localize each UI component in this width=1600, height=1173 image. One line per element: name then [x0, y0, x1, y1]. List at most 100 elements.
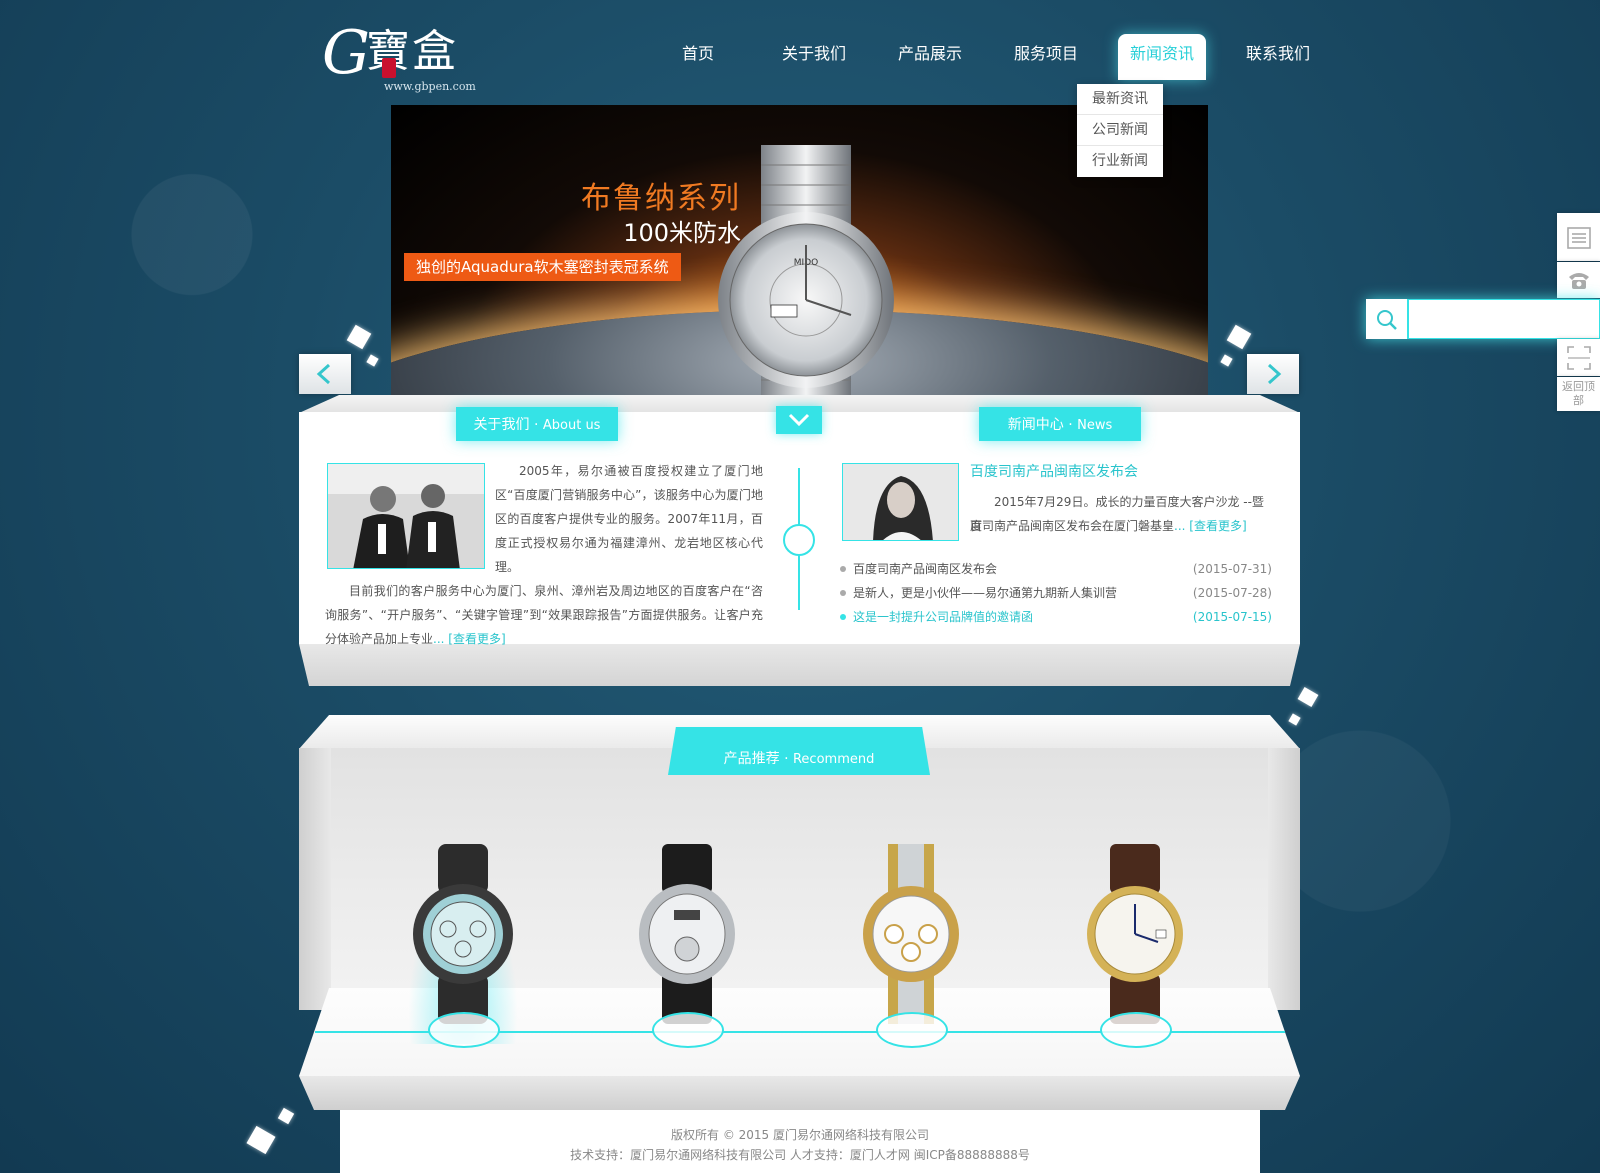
tab-about-us[interactable]: 关于我们 · About us — [456, 407, 618, 441]
chevron-right-icon — [1267, 363, 1282, 385]
nav-item-products[interactable]: 产品展示 — [872, 34, 988, 74]
news-dropdown-menu: 最新资讯 公司新闻 行业新闻 — [1077, 84, 1163, 177]
banner-watch-image: MIDO — [718, 145, 894, 395]
nav-item-news[interactable]: 新闻资讯 — [1104, 34, 1220, 80]
product-pedestal-ring — [1100, 1012, 1172, 1048]
back-to-top-button[interactable]: 返回顶部 — [1557, 377, 1600, 411]
news-headline[interactable]: 百度司南产品闽南区发布会 — [970, 461, 1138, 481]
tab-news-en: News — [1077, 418, 1113, 433]
decor-cube — [366, 354, 379, 367]
watch-image — [639, 844, 735, 1024]
news-item-title-text: 是新人，更是小伙伴——易尔通第九期新人集训营 — [853, 586, 1118, 600]
side-qrcode-button[interactable] — [1557, 339, 1600, 376]
logo-seal-icon — [382, 58, 396, 78]
decor-cube — [1297, 686, 1319, 708]
product-shelf-front — [299, 1076, 1300, 1110]
scroll-down-button[interactable] — [776, 406, 822, 434]
about-ellipsis: ... — [433, 632, 445, 646]
bullet-icon — [840, 613, 846, 620]
list-item[interactable]: 百度司南产品闽南区发布会 (2015-07-31) — [840, 557, 1272, 581]
side-search — [1366, 299, 1600, 339]
side-message-button[interactable] — [1557, 213, 1600, 261]
news-list: 百度司南产品闽南区发布会 (2015-07-31) 是新人，更是小伙伴——易尔通… — [840, 557, 1272, 629]
chevron-down-icon — [788, 413, 810, 427]
news-more-link[interactable]: [查看更多] — [1189, 519, 1246, 533]
footer-support: 技术支持：厦门易尔通网络科技有限公司 人才支持：厦门人才网 闽ICP备88888… — [570, 1148, 1030, 1162]
product-pedestal-ring — [876, 1012, 948, 1048]
news-item-title: 百度司南产品闽南区发布会 — [840, 557, 997, 581]
watch-image — [413, 844, 513, 1024]
divider-circle — [783, 524, 815, 556]
tab-product-recommend[interactable]: 产品推荐 · Recommend — [668, 727, 930, 775]
decor-cube — [246, 1125, 276, 1155]
qrcode-scan-icon — [1566, 346, 1591, 370]
side-phone-button[interactable] — [1557, 262, 1600, 298]
bullet-icon — [840, 565, 846, 572]
about-description: 2005年，易尔通被百度授权建立了厦门地区“百度厦门营销服务中心”，该服务中心为… — [325, 459, 763, 651]
watch-image — [1087, 844, 1183, 1024]
product-card-1[interactable] — [388, 844, 538, 1054]
about-paragraph-2-text: 目前我们的客户服务中心为厦门、泉州、漳州岩及周边地区的百度客户在“咨询服务”、“… — [325, 584, 763, 646]
banner-tagline: 独创的Aquadura软木塞密封表冠系统 — [404, 253, 681, 281]
tab-about-cn: 关于我们 · — [473, 417, 543, 433]
list-item[interactable]: 是新人，更是小伙伴——易尔通第九期新人集训营 (2015-07-28) — [840, 581, 1272, 605]
nav-item-contact[interactable]: 联系我们 — [1220, 34, 1336, 74]
decor-cube — [277, 1107, 295, 1125]
main-nav: 首页 关于我们 产品展示 服务项目 新闻资讯 联系我们 — [640, 34, 1336, 80]
news-photo[interactable] — [842, 463, 959, 541]
search-button[interactable] — [1366, 299, 1408, 339]
phone-icon — [1568, 273, 1589, 289]
nav-item-about[interactable]: 关于我们 — [756, 34, 872, 74]
news-item-title-text: 这是一封提升公司品牌值的邀请函 — [853, 610, 1034, 624]
news-item-date: (2015-07-15) — [1192, 610, 1272, 624]
tab-news-center[interactable]: 新闻中心 · News — [979, 407, 1141, 441]
product-pedestal-ring — [428, 1012, 500, 1048]
product-card-2[interactable] — [612, 844, 762, 1054]
site-footer: 版权所有 © 2015 厦门易尔通网络科技有限公司 技术支持：厦门易尔通网络科技… — [340, 1110, 1260, 1173]
nav-item-services[interactable]: 服务项目 — [988, 34, 1104, 74]
about-text-spacer — [325, 459, 495, 575]
news-item-date: (2015-07-28) — [1192, 586, 1272, 600]
news-ellipsis: ... — [1174, 519, 1186, 533]
product-pedestal-ring — [652, 1012, 724, 1048]
site-logo[interactable]: G 寶盒 www.gbpen.com — [322, 18, 482, 94]
dropdown-item-company[interactable]: 公司新闻 — [1077, 115, 1163, 146]
news-summary-line2: 度司南产品闽南区发布会在厦门磐基皇... [查看更多] — [970, 514, 1270, 538]
search-icon — [1376, 310, 1397, 330]
news-summary-text: 度司南产品闽南区发布会在厦门磐基皇 — [970, 519, 1175, 533]
decor-cube — [1288, 713, 1301, 726]
tab-product-cn: 产品推荐 · — [723, 751, 793, 767]
banner-next-button[interactable] — [1247, 354, 1299, 394]
nav-item-news-label: 新闻资讯 — [1129, 44, 1194, 63]
list-item[interactable]: 这是一封提升公司品牌值的邀请函 (2015-07-15) — [840, 605, 1272, 629]
dropdown-item-industry[interactable]: 行业新闻 — [1077, 146, 1163, 177]
decor-cube — [1226, 324, 1252, 350]
about-more-link[interactable]: [查看更多] — [448, 632, 505, 646]
nav-item-home[interactable]: 首页 — [640, 34, 756, 74]
news-item-title: 这是一封提升公司品牌值的邀请函 — [840, 605, 1033, 629]
bullet-icon — [840, 589, 846, 596]
news-item-title: 是新人，更是小伙伴——易尔通第九期新人集训营 — [840, 581, 1117, 605]
product-panel-side-right — [1268, 748, 1300, 1010]
news-photo-image — [843, 464, 958, 540]
search-input[interactable] — [1408, 299, 1600, 339]
tab-product-en: Recommend — [792, 752, 875, 767]
logo-letter: G — [322, 18, 370, 88]
logo-text: 寶盒 — [366, 26, 458, 77]
news-item-date: (2015-07-31) — [1192, 562, 1272, 576]
chevron-left-icon — [316, 363, 331, 385]
product-card-4[interactable] — [1060, 844, 1210, 1054]
banner-prev-button[interactable] — [299, 354, 351, 394]
logo-url: www.gbpen.com — [384, 80, 476, 93]
decor-cube — [1220, 354, 1233, 367]
decor-cube — [346, 324, 372, 350]
tab-about-en: About us — [542, 418, 601, 433]
product-panel-side-left — [299, 748, 331, 1010]
watch-image — [863, 844, 959, 1024]
product-card-3[interactable] — [836, 844, 986, 1054]
dropdown-item-latest[interactable]: 最新资讯 — [1077, 84, 1163, 115]
tab-news-cn: 新闻中心 · — [1007, 417, 1078, 433]
message-icon — [1566, 227, 1591, 249]
news-item-title-text: 百度司南产品闽南区发布会 — [853, 562, 998, 576]
footer-copyright: 版权所有 © 2015 厦门易尔通网络科技有限公司 — [671, 1128, 929, 1142]
